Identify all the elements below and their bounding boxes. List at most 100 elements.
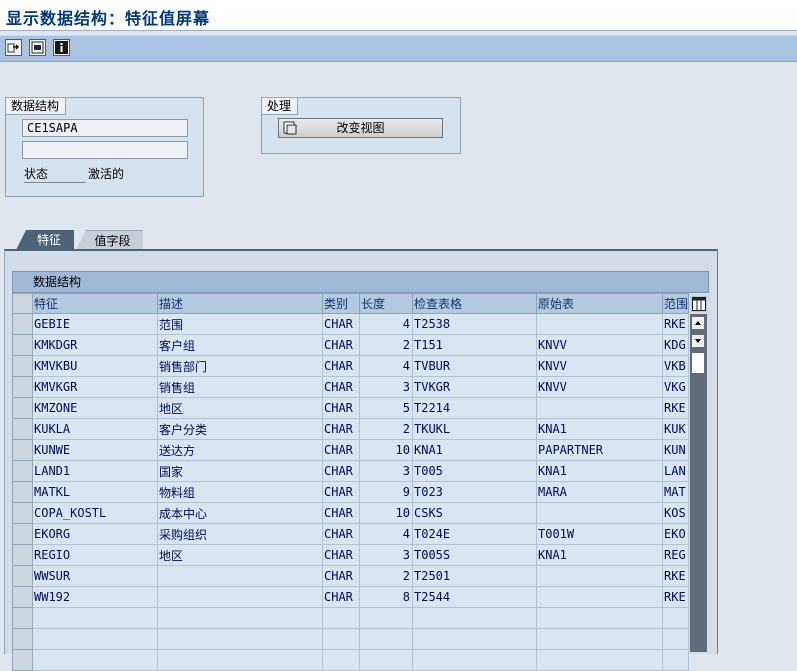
cell-check-table[interactable]: T005 xyxy=(412,460,537,482)
cell-description[interactable]: 国家 xyxy=(157,460,323,482)
row-selector[interactable] xyxy=(12,628,33,650)
scroll-up-button[interactable] xyxy=(691,316,705,330)
cell-origin-table[interactable]: KNA1 xyxy=(536,460,663,482)
cell-length[interactable]: 4 xyxy=(359,313,413,335)
cell-type[interactable]: CHAR xyxy=(322,460,360,482)
row-selector[interactable] xyxy=(12,334,33,356)
cell-type[interactable]: CHAR xyxy=(322,439,360,461)
cell-check-table[interactable]: CSKS xyxy=(412,502,537,524)
table-row[interactable]: KMKDGR 客户组 CHAR 2 T151 KNVV KDG xyxy=(12,334,690,356)
cell-range[interactable]: KUN xyxy=(661,439,690,461)
cell-description[interactable] xyxy=(157,565,323,587)
column-header-origin-table[interactable]: 原始表 xyxy=(536,293,663,314)
row-selector[interactable] xyxy=(12,481,33,503)
cell-range[interactable]: RKE xyxy=(661,565,690,587)
cell-type[interactable]: CHAR xyxy=(322,502,360,524)
cell-feature[interactable]: WWSUR xyxy=(32,565,158,587)
cell-type[interactable]: CHAR xyxy=(322,565,360,587)
cell-range[interactable]: KUK xyxy=(661,418,690,440)
row-selector[interactable] xyxy=(12,607,33,629)
cell-length[interactable]: 4 xyxy=(359,355,413,377)
display-object-button[interactable] xyxy=(29,39,46,56)
row-selector[interactable] xyxy=(12,649,33,671)
table-row[interactable]: MATKL 物料组 CHAR 9 T023 MARA MAT xyxy=(12,481,690,503)
data-structure-name-field[interactable]: CE1SAPA xyxy=(22,119,188,137)
table-row[interactable]: KUNWE 送达方 CHAR 10 KNA1 PAPARTNER KUN xyxy=(12,439,690,461)
cell-length[interactable]: 3 xyxy=(359,544,413,566)
cell-range[interactable]: RKE xyxy=(661,586,690,608)
cell-description[interactable]: 销售组 xyxy=(157,376,323,398)
cell-range[interactable]: LAN xyxy=(661,460,690,482)
cell-feature[interactable]: COPA_KOSTL xyxy=(32,502,158,524)
cell-description[interactable]: 客户分类 xyxy=(157,418,323,440)
cell-description[interactable]: 范围 xyxy=(157,313,323,335)
cell-type[interactable]: CHAR xyxy=(322,313,360,335)
table-row[interactable]: COPA_KOSTL 成本中心 CHAR 10 CSKS KOS xyxy=(12,502,690,524)
cell-type[interactable]: CHAR xyxy=(322,355,360,377)
cell-description[interactable]: 物料组 xyxy=(157,481,323,503)
cell-length[interactable]: 8 xyxy=(359,586,413,608)
cell-type[interactable]: CHAR xyxy=(322,523,360,545)
cell-description[interactable]: 客户组 xyxy=(157,334,323,356)
cell-type[interactable]: CHAR xyxy=(322,397,360,419)
cell-length[interactable]: 2 xyxy=(359,334,413,356)
cell-range[interactable]: KOS xyxy=(661,502,690,524)
table-row[interactable]: WWSUR CHAR 2 T2501 RKE xyxy=(12,565,690,587)
table-row[interactable]: GEBIE 范围 CHAR 4 T2538 RKE xyxy=(12,313,690,335)
tab-features[interactable]: 特征 xyxy=(16,230,74,250)
cell-length[interactable]: 2 xyxy=(359,418,413,440)
cell-length[interactable] xyxy=(359,649,413,671)
row-selector[interactable] xyxy=(12,313,33,335)
cell-length[interactable]: 3 xyxy=(359,376,413,398)
row-selector[interactable] xyxy=(12,418,33,440)
table-row[interactable] xyxy=(12,607,690,629)
cell-check-table[interactable]: T2501 xyxy=(412,565,537,587)
table-row[interactable]: REGIO 地区 CHAR 3 T005S KNA1 REG xyxy=(12,544,690,566)
cell-type[interactable]: CHAR xyxy=(322,586,360,608)
cell-check-table[interactable]: TKUKL xyxy=(412,418,537,440)
cell-type[interactable]: CHAR xyxy=(322,334,360,356)
cell-feature[interactable] xyxy=(32,607,158,629)
cell-description[interactable]: 销售部门 xyxy=(157,355,323,377)
row-selector[interactable] xyxy=(12,523,33,545)
cell-check-table[interactable] xyxy=(412,649,537,671)
row-selector[interactable] xyxy=(12,376,33,398)
cell-length[interactable] xyxy=(359,607,413,629)
cell-feature[interactable]: KUNWE xyxy=(32,439,158,461)
cell-feature[interactable]: KMKDGR xyxy=(32,334,158,356)
cell-origin-table[interactable] xyxy=(536,313,663,335)
table-settings-button[interactable] xyxy=(691,296,707,312)
table-row[interactable]: EKORG 采购组织 CHAR 4 T024E T001W EKO xyxy=(12,523,690,545)
cell-range[interactable]: RKE xyxy=(661,397,690,419)
cell-check-table[interactable]: KNA1 xyxy=(412,439,537,461)
cell-origin-table[interactable]: KNVV xyxy=(536,334,663,356)
cell-description[interactable] xyxy=(157,649,323,671)
row-selector[interactable] xyxy=(12,460,33,482)
other-object-button[interactable] xyxy=(5,39,22,56)
cell-check-table[interactable]: T2544 xyxy=(412,586,537,608)
cell-description[interactable] xyxy=(157,586,323,608)
cell-type[interactable]: CHAR xyxy=(322,544,360,566)
cell-feature[interactable]: KMVKBU xyxy=(32,355,158,377)
cell-range[interactable]: REG xyxy=(661,544,690,566)
cell-origin-table[interactable]: KNVV xyxy=(536,376,663,398)
cell-range[interactable] xyxy=(661,628,690,650)
cell-length[interactable] xyxy=(359,628,413,650)
cell-origin-table[interactable]: KNVV xyxy=(536,355,663,377)
cell-description[interactable] xyxy=(157,628,323,650)
cell-check-table[interactable]: T151 xyxy=(412,334,537,356)
info-button[interactable] xyxy=(53,39,70,56)
cell-origin-table[interactable] xyxy=(536,397,663,419)
cell-origin-table[interactable] xyxy=(536,649,663,671)
column-header-type[interactable]: 类别 xyxy=(322,293,360,314)
cell-description[interactable]: 成本中心 xyxy=(157,502,323,524)
column-header-description[interactable]: 描述 xyxy=(157,293,323,314)
scroll-down-button[interactable] xyxy=(691,334,705,348)
cell-feature[interactable]: LAND1 xyxy=(32,460,158,482)
cell-check-table[interactable]: T024E xyxy=(412,523,537,545)
cell-feature[interactable]: KUKLA xyxy=(32,418,158,440)
cell-range[interactable]: RKE xyxy=(661,313,690,335)
tab-value-fields[interactable]: 值字段 xyxy=(76,230,143,250)
cell-description[interactable]: 地区 xyxy=(157,397,323,419)
column-header-length[interactable]: 长度 xyxy=(359,293,413,314)
